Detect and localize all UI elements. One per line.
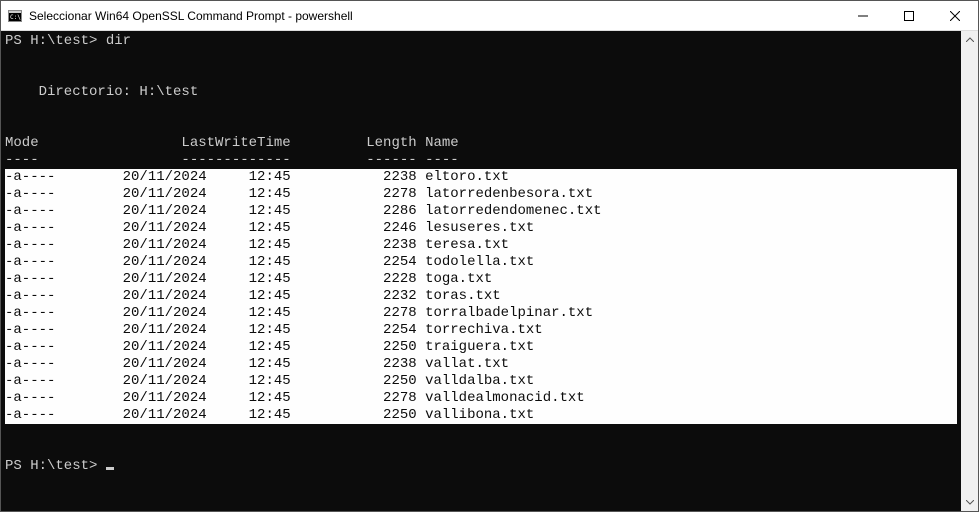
window-title: Seleccionar Win64 OpenSSL Command Prompt… xyxy=(29,9,840,23)
blank-line xyxy=(5,101,957,118)
table-row[interactable]: -a---- 20/11/2024 12:45 2254 todolella.t… xyxy=(5,254,957,271)
maximize-button[interactable] xyxy=(886,1,932,30)
table-row[interactable]: -a---- 20/11/2024 12:45 2278 latorredenb… xyxy=(5,186,957,203)
cursor xyxy=(106,467,114,470)
table-row[interactable]: -a---- 20/11/2024 12:45 2278 torralbadel… xyxy=(5,305,957,322)
table-row[interactable]: -a---- 20/11/2024 12:45 2238 vallat.txt xyxy=(5,356,957,373)
scroll-down-arrow[interactable] xyxy=(961,494,978,511)
content-area: PS H:\test> dir Directorio: H:\test Mode… xyxy=(1,31,978,511)
table-row[interactable]: -a---- 20/11/2024 12:45 2278 valldealmon… xyxy=(5,390,957,407)
table-row[interactable]: -a---- 20/11/2024 12:45 2254 torrechiva.… xyxy=(5,322,957,339)
header-line: Mode LastWriteTime Length Name xyxy=(5,135,957,152)
table-row[interactable]: -a---- 20/11/2024 12:45 2250 valldalba.t… xyxy=(5,373,957,390)
directory-line: Directorio: H:\test xyxy=(5,84,957,101)
prompt: PS H:\test> xyxy=(5,458,106,474)
vertical-scrollbar[interactable] xyxy=(961,31,978,511)
prompt-line: PS H:\test> dir xyxy=(5,33,957,50)
blank-line xyxy=(5,50,957,67)
table-row[interactable]: -a---- 20/11/2024 12:45 2232 toras.txt xyxy=(5,288,957,305)
table-row[interactable]: -a---- 20/11/2024 12:45 2238 teresa.txt xyxy=(5,237,957,254)
terminal-output[interactable]: PS H:\test> dir Directorio: H:\test Mode… xyxy=(1,31,961,511)
scroll-track[interactable] xyxy=(961,48,978,494)
divider-line: ---- ------------- ------ ---- xyxy=(5,152,957,169)
console-window: C:\ Seleccionar Win64 OpenSSL Command Pr… xyxy=(0,0,979,512)
svg-text:C:\: C:\ xyxy=(10,14,21,21)
blank-line xyxy=(5,67,957,84)
table-row[interactable]: -a---- 20/11/2024 12:45 2286 latorredend… xyxy=(5,203,957,220)
prompt-line[interactable]: PS H:\test> xyxy=(5,458,957,475)
scroll-up-arrow[interactable] xyxy=(961,31,978,48)
prompt: PS H:\test> xyxy=(5,33,106,49)
table-row[interactable]: -a---- 20/11/2024 12:45 2238 eltoro.txt xyxy=(5,169,957,186)
blank-line xyxy=(5,441,957,458)
window-controls xyxy=(840,1,978,30)
table-row[interactable]: -a---- 20/11/2024 12:45 2246 lesuseres.t… xyxy=(5,220,957,237)
blank-line xyxy=(5,424,957,441)
blank-line xyxy=(5,118,957,135)
command: dir xyxy=(106,33,131,49)
table-row[interactable]: -a---- 20/11/2024 12:45 2228 toga.txt xyxy=(5,271,957,288)
titlebar[interactable]: C:\ Seleccionar Win64 OpenSSL Command Pr… xyxy=(1,1,978,31)
table-row[interactable]: -a---- 20/11/2024 12:45 2250 traiguera.t… xyxy=(5,339,957,356)
minimize-button[interactable] xyxy=(840,1,886,30)
close-button[interactable] xyxy=(932,1,978,30)
app-icon: C:\ xyxy=(7,8,23,24)
table-row[interactable]: -a---- 20/11/2024 12:45 2250 vallibona.t… xyxy=(5,407,957,424)
